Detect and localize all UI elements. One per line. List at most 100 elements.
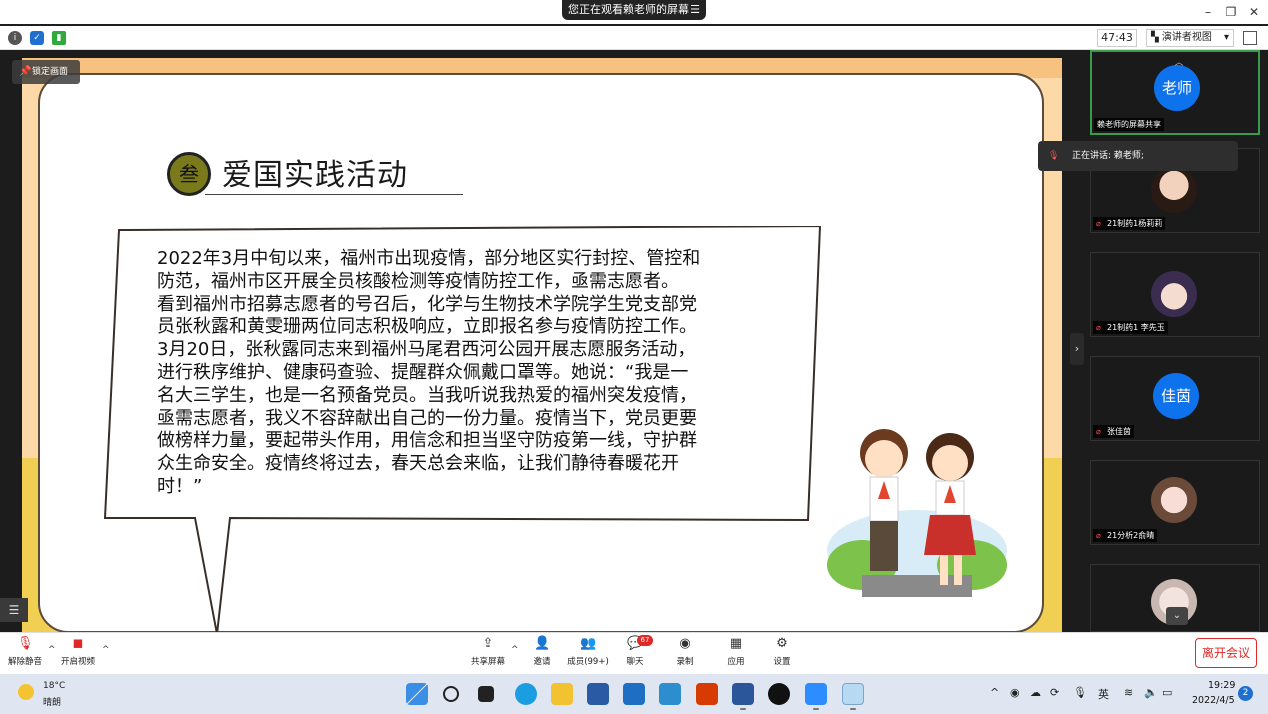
running-indicator: [813, 708, 819, 710]
lock-screen-button[interactable]: 📌 锁定画面: [12, 60, 80, 84]
media-icon[interactable]: [659, 683, 681, 705]
body-line: 亟需志愿者，我义不容辞献出自己的一份力量。疫情当下，党员更要: [157, 407, 697, 429]
record-icon: ◉: [679, 636, 691, 651]
ime-indicator[interactable]: 英: [1098, 686, 1109, 702]
section-badge: 叁: [167, 152, 211, 196]
share-banner-label: 您正在观看赖老师的屏幕: [568, 3, 689, 16]
active-speaker-label: 正在讲话: 赖老师;: [1072, 151, 1144, 161]
body-line: 员张秋露和黄雯珊两位同志积极响应，立即报名参与疫情防控工作。: [157, 316, 697, 338]
apps-icon: ▦: [729, 636, 743, 651]
participant-name-label: 21制药1 李先玉: [1107, 323, 1165, 332]
volume-icon[interactable]: 🔈: [1144, 686, 1158, 699]
body-line: 看到福州市招募志愿者的号召后，化学与生物技术学院学生党支部党: [157, 293, 697, 315]
active-speaker-popup: 🎙 正在讲话: 赖老师;: [1038, 141, 1238, 171]
fullscreen-icon[interactable]: [1243, 31, 1257, 45]
layout-icon: ▚: [1151, 32, 1159, 43]
participant-tile[interactable]: 佳茵 ⌀ 张佳茵: [1090, 356, 1260, 441]
running-indicator: [850, 708, 856, 710]
qq-tray-icon[interactable]: ◉: [1010, 686, 1020, 699]
microphone-icon[interactable]: 🎙: [1073, 686, 1087, 699]
body-line: 2022年3月中旬以来，福州市出现疫情，部分地区实行封控、管控和: [157, 248, 701, 269]
start-video-button[interactable]: ◼ 开启视频: [53, 637, 103, 671]
weather-moon-icon[interactable]: [18, 684, 34, 700]
share-screen-icon: ⇪: [482, 636, 494, 651]
members-button[interactable]: 👥 成员(99+): [563, 637, 613, 671]
mic-muted-icon: ⌀: [1096, 219, 1101, 228]
snipping-tool-icon[interactable]: [842, 683, 864, 705]
list-icon[interactable]: ☰: [0, 598, 28, 622]
chat-label: 聊天: [626, 657, 644, 667]
wifi-icon[interactable]: ≋: [1124, 686, 1133, 699]
collapse-panel-icon[interactable]: ›: [1070, 333, 1084, 365]
mail-icon[interactable]: [623, 683, 645, 705]
unmute-button[interactable]: 🎙 解除静音: [0, 637, 50, 671]
body-line: 进行秩序维护、健康码查验、提醒群众佩戴口罩等。她说：“我是一: [157, 361, 689, 383]
unmute-label: 解除静音: [7, 657, 42, 667]
view-mode-label: 演讲者视图: [1161, 32, 1212, 43]
signal-icon[interactable]: ▮: [52, 31, 66, 45]
menu-icon[interactable]: ☰: [690, 0, 700, 20]
office-icon[interactable]: [696, 683, 718, 705]
chevron-down-icon: ▾: [1223, 32, 1229, 43]
share-banner[interactable]: 您正在观看赖老师的屏幕 ☰: [562, 0, 706, 20]
participant-tile[interactable]: ⌀ 21分析2俞晴: [1090, 460, 1260, 545]
section-title: 爱国实践活动: [222, 158, 408, 193]
mic-muted-icon: ⌀: [1096, 531, 1101, 540]
apps-button[interactable]: ▦ 应用: [711, 637, 761, 671]
chevron-down-icon[interactable]: ⌄: [1166, 607, 1188, 625]
pin-icon: 📌: [19, 66, 32, 77]
chevron-up-icon[interactable]: ︿: [1170, 55, 1188, 68]
gear-icon: ⚙: [776, 636, 788, 651]
start-icon[interactable]: [406, 683, 428, 705]
record-button[interactable]: ◉ 录制: [660, 637, 710, 671]
clock-date[interactable]: 2022/4/5: [1192, 695, 1235, 706]
view-mode-select[interactable]: ▚ 演讲者视图 ▾: [1146, 29, 1234, 47]
avatar: 佳茵: [1153, 373, 1199, 419]
store-icon[interactable]: [587, 683, 609, 705]
task-view-icon[interactable]: [478, 686, 494, 702]
invite-button[interactable]: 👤 邀请: [517, 637, 567, 671]
info-icon[interactable]: i: [8, 31, 22, 45]
search-icon[interactable]: [443, 686, 459, 702]
meeting-app-icon[interactable]: [805, 683, 827, 705]
battery-icon[interactable]: ▭: [1162, 686, 1172, 699]
windows-taskbar: 18°C 晴朗 ^ ◉ ☁ ⟳ 🎙 英 ≋ 🔈 ▭ 19:29 2022/4/5…: [0, 674, 1268, 714]
clock-time[interactable]: 19:29: [1208, 680, 1235, 691]
video-off-icon: ◼: [72, 636, 84, 651]
participant-name-label: 21分析2俞晴: [1107, 531, 1155, 540]
restore-button[interactable]: ❐: [1221, 3, 1241, 21]
shield-icon[interactable]: ✓: [30, 31, 44, 45]
avatar: [1151, 271, 1197, 317]
meeting-status-strip: i ✓ ▮ 47:43 ▚ 演讲者视图 ▾: [0, 26, 1268, 50]
participant-name: 赖老师的屏幕共享: [1094, 118, 1164, 131]
invite-label: 邀请: [533, 657, 551, 667]
body-line: 防范，福州市区开展全员核酸检测等疫情防控工作，亟需志愿者。: [157, 270, 679, 292]
lock-screen-label: 锁定画面: [32, 67, 69, 77]
participant-tile[interactable]: ⌀ 21制药1 李先玉: [1090, 252, 1260, 337]
weather-temperature[interactable]: 18°C: [43, 681, 65, 691]
settings-button[interactable]: ⚙ 设置: [757, 637, 807, 671]
leave-meeting-button[interactable]: 离开会议: [1195, 638, 1257, 668]
cloud-icon[interactable]: ☁: [1030, 686, 1041, 699]
sync-icon[interactable]: ⟳: [1050, 686, 1059, 699]
mic-icon: 🎙: [1048, 151, 1060, 161]
participant-name: ⌀ 21制药1 李先玉: [1093, 321, 1168, 334]
qq-icon[interactable]: [768, 683, 790, 705]
weather-condition[interactable]: 晴朗: [43, 695, 61, 708]
apps-label: 应用: [727, 657, 745, 667]
file-explorer-icon[interactable]: [551, 683, 573, 705]
edge-icon[interactable]: [515, 683, 537, 705]
notification-badge[interactable]: 2: [1238, 686, 1253, 701]
title-underline: [205, 194, 463, 195]
add-user-icon: 👤: [534, 636, 551, 651]
word-icon[interactable]: [732, 683, 754, 705]
chevron-up-icon[interactable]: ^: [102, 645, 110, 655]
participant-name-label: 张佳茵: [1107, 427, 1131, 436]
participants-panel: 老师 赖老师的屏幕共享 ⌀ 21制药1杨莉莉 ⌀ 21制药1 李先玉 佳茵 ⌀ …: [1087, 50, 1268, 632]
minimize-button[interactable]: –: [1198, 3, 1218, 21]
share-screen-button[interactable]: ⇪ 共享屏幕: [463, 637, 513, 671]
slide-body-text: 2022年3月中旬以来，福州市出现疫情，部分地区实行封控、管控和 防范，福州市区…: [157, 248, 767, 499]
body-line: 众生命安全。疫情终将过去，春天总会来临，让我们静待春暖花开: [157, 453, 679, 475]
chevron-up-icon[interactable]: ^: [990, 686, 999, 699]
close-button[interactable]: ✕: [1244, 3, 1264, 21]
